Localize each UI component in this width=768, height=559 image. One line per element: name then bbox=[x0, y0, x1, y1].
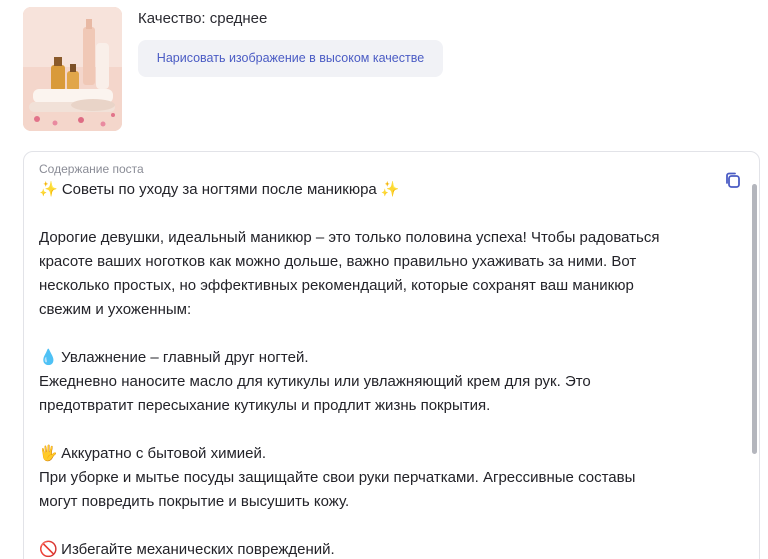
tip-heading-text: Увлажнение – главный друг ногтей. bbox=[61, 349, 309, 366]
tip-heading-text: Аккуратно с бытовой химией. bbox=[61, 445, 267, 462]
raised-hand-icon: 🖐 bbox=[39, 445, 58, 462]
vertical-scrollbar[interactable] bbox=[752, 184, 757, 454]
tip-line: могут повредить покрытие и высушить кожу… bbox=[39, 493, 350, 510]
post-content-field[interactable]: Содержание поста ✨ Советы по уходу за но… bbox=[23, 151, 760, 559]
post-intro-line: несколько простых, но эффективных рекоме… bbox=[39, 277, 634, 294]
tip-damage-heading: 🚫 Избегайте механических повреждений. bbox=[39, 538, 729, 559]
image-quality-label: Качество: среднее bbox=[138, 10, 268, 27]
post-title: ✨ Советы по уходу за ногтями после маник… bbox=[39, 181, 400, 198]
prohibited-icon: 🚫 bbox=[39, 541, 58, 558]
tip-line: Ежедневно наносите масло для кутикулы ил… bbox=[39, 373, 591, 390]
tip-chemicals-heading: 🖐 Аккуратно с бытовой химией. bbox=[39, 442, 729, 466]
tip-line: При уборке и мытье посуды защищайте свои… bbox=[39, 469, 636, 486]
post-intro-line: свежим и ухоженным: bbox=[39, 301, 192, 318]
post-intro-line: красоте ваших ноготков как можно дольше,… bbox=[39, 253, 637, 270]
generated-image-thumbnail[interactable] bbox=[23, 7, 122, 131]
post-editor-page: Качество: среднее Нарисовать изображение… bbox=[0, 0, 768, 559]
draw-high-quality-button[interactable]: Нарисовать изображение в высоком качеств… bbox=[138, 40, 443, 77]
post-intro-line: Дорогие девушки, идеальный маникюр – это… bbox=[39, 229, 660, 246]
post-text[interactable]: ✨ Советы по уходу за ногтями после маник… bbox=[39, 178, 729, 559]
tip-line: предотвратит пересыхание кутикулы и прод… bbox=[39, 397, 491, 414]
cosmetics-illustration bbox=[23, 7, 122, 131]
tip-moisturizing-heading: 💧 Увлажнение – главный друг ногтей. bbox=[39, 346, 729, 370]
droplet-icon: 💧 bbox=[39, 349, 58, 366]
tip-heading-text: Избегайте механических повреждений. bbox=[61, 541, 335, 558]
post-content-label: Содержание поста bbox=[39, 162, 144, 176]
